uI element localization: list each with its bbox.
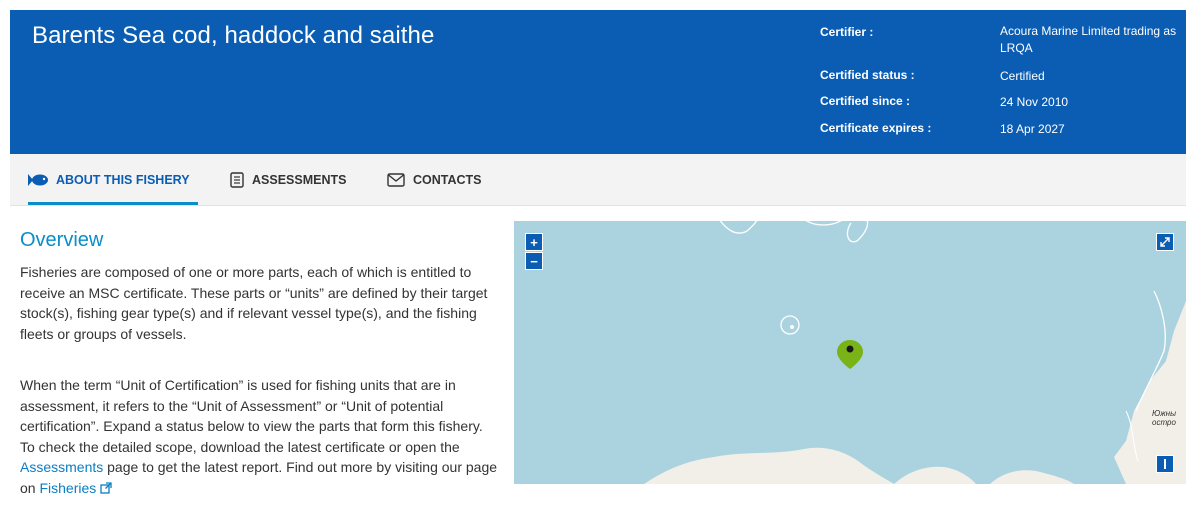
certifier-value: Acoura Marine Limited trading as LRQA (1000, 24, 1177, 55)
overview-paragraph-2: When the term “Unit of Certification” is… (20, 375, 498, 498)
fisheries-link[interactable]: Fisheries (39, 480, 112, 496)
certificate-expires-value: 18 Apr 2027 (1000, 122, 1065, 136)
certified-status-value: Certified (1000, 69, 1045, 83)
zoom-in-button[interactable]: + (525, 233, 543, 251)
map-place-label: Южны остро (1152, 409, 1176, 427)
tab-label: ASSESSMENTS (252, 172, 347, 187)
zoom-out-button[interactable]: − (525, 252, 543, 270)
map-label-line: Южны (1152, 409, 1176, 418)
certificate-expires-label: Certificate expires : (820, 121, 932, 135)
certified-since-label: Certified since : (820, 94, 911, 108)
tab-bar: ABOUT THIS FISHERY ASSESSMENTS CONTACTS (10, 154, 1186, 206)
fishery-header: Barents Sea cod, haddock and saithe Cert… (10, 10, 1186, 154)
info-icon (1164, 459, 1166, 469)
expand-icon (1160, 237, 1170, 247)
tab-about-this-fishery[interactable]: ABOUT THIS FISHERY (28, 154, 198, 205)
page-title: Barents Sea cod, haddock and saithe (32, 22, 435, 49)
fish-icon (28, 173, 48, 186)
map-label-line: остро (1152, 418, 1176, 427)
top-spacer (0, 0, 1186, 10)
document-icon (230, 171, 244, 188)
active-tab-indicator (28, 202, 198, 205)
external-link-icon (100, 481, 112, 494)
certified-status-label: Certified status : (820, 68, 915, 82)
overview-heading: Overview (20, 229, 104, 251)
assessments-link[interactable]: Assessments (20, 459, 103, 475)
certifier-label: Certifier : (820, 25, 874, 39)
map-info-button[interactable] (1156, 455, 1174, 473)
fishery-map[interactable]: + − Южны остро (514, 221, 1186, 484)
tab-label: ABOUT THIS FISHERY (56, 172, 190, 187)
overview-paragraph-1: Fisheries are composed of one or more pa… (20, 264, 488, 342)
location-marker-icon[interactable] (837, 340, 863, 369)
tab-assessments[interactable]: ASSESSMENTS (230, 154, 346, 205)
certified-since-value: 24 Nov 2010 (1000, 95, 1069, 109)
tab-contacts[interactable]: CONTACTS (387, 154, 482, 205)
map-tiles (644, 221, 1186, 484)
paragraph-text: When the term “Unit of Certification” is… (20, 377, 483, 455)
tab-label: CONTACTS (413, 172, 482, 187)
fisheries-link-label: Fisheries (39, 479, 97, 496)
fullscreen-button[interactable] (1156, 233, 1174, 251)
envelope-icon (387, 172, 405, 187)
